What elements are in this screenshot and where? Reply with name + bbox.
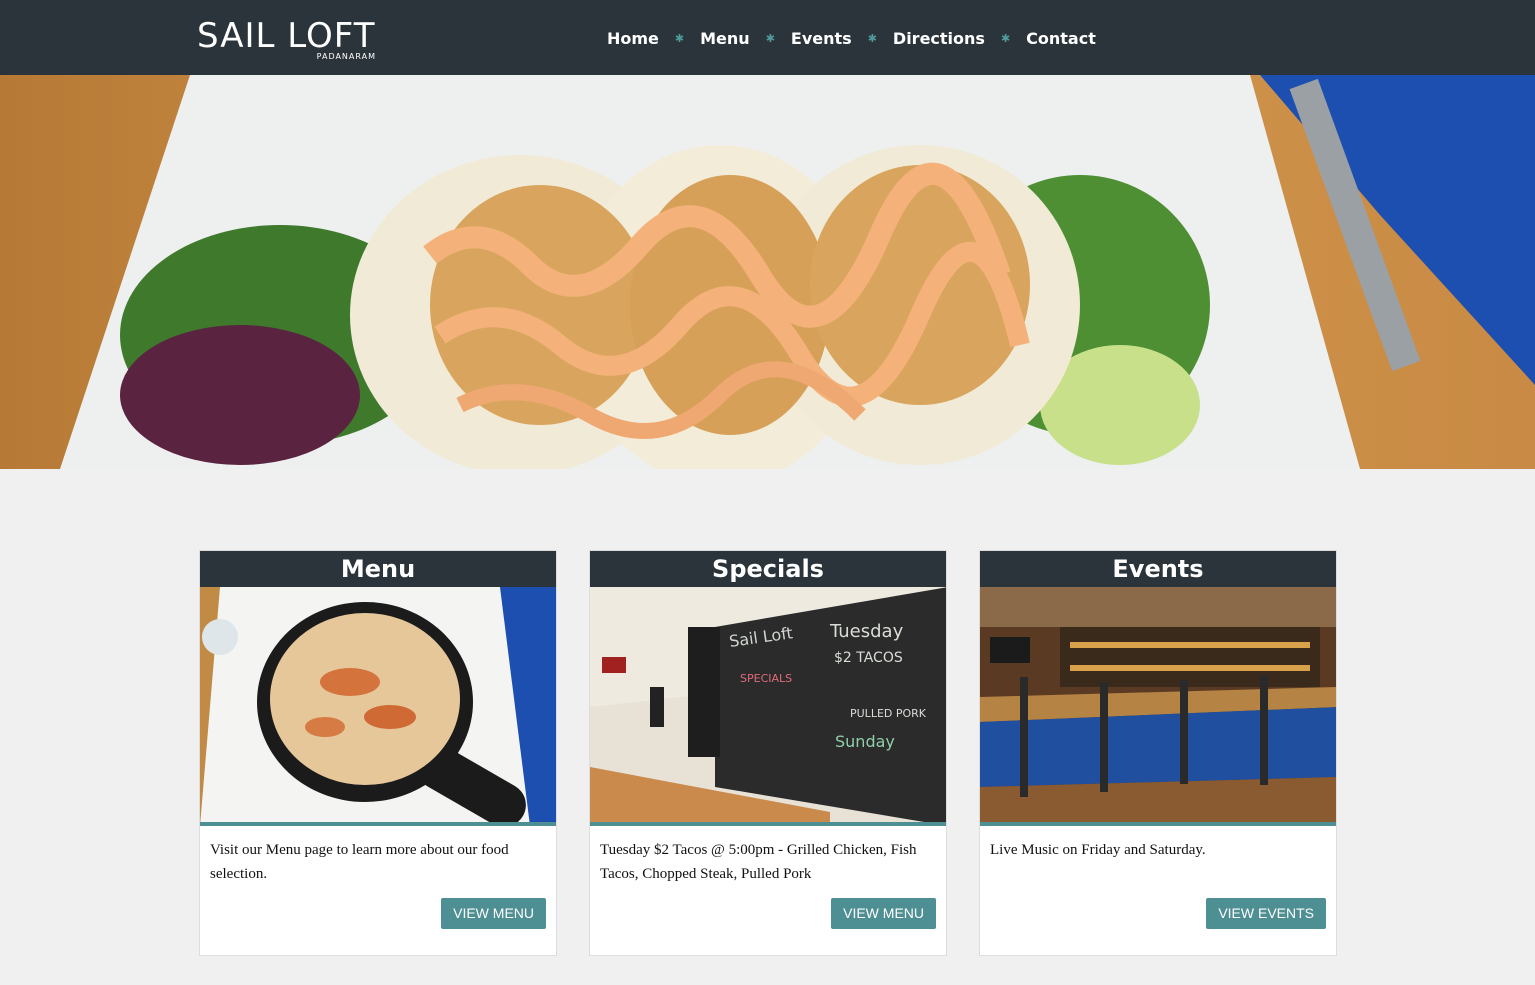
view-events-button[interactable]: VIEW EVENTS (1206, 898, 1326, 929)
nav-separator-icon: ✱ (867, 31, 877, 45)
card-description: Live Music on Friday and Saturday. (990, 842, 1206, 858)
card-image (980, 587, 1336, 826)
nav-events[interactable]: Events (791, 29, 852, 48)
card-title: Events (980, 551, 1336, 587)
svg-text:SPECIALS: SPECIALS (740, 672, 792, 685)
hero-tacos-photo (0, 75, 1535, 469)
tacos-photo-icon (0, 75, 1535, 469)
svg-text:Sunday: Sunday (835, 732, 895, 751)
card-description: Visit our Menu page to learn more about … (210, 842, 509, 882)
svg-text:$2 TACOS: $2 TACOS (834, 650, 903, 666)
nav-separator-icon: ✱ (1000, 31, 1011, 45)
svg-text:Tuesday: Tuesday (829, 621, 904, 642)
nav-separator-icon: ✱ (765, 31, 775, 45)
nav-menu[interactable]: Menu (700, 29, 750, 48)
nav-home[interactable]: Home (607, 29, 659, 48)
main-nav: Home ✱ Menu ✱ Events ✱ Directions ✱ Cont… (607, 24, 1096, 52)
site-header: SAIL LOFT PADANARAM Home ✱ Menu ✱ Events… (0, 0, 1535, 75)
nav-contact[interactable]: Contact (1026, 29, 1096, 48)
menu-card: Menu Visit our Menu page to learn more a… (199, 550, 557, 956)
card-title: Specials (590, 551, 946, 587)
events-card: Events Live Music on Friday and Saturday… (979, 550, 1337, 956)
view-menu-button[interactable]: VIEW MENU (441, 898, 546, 929)
logo-text: SAIL LOFT (197, 16, 376, 56)
nav-separator-icon: ✱ (674, 31, 685, 45)
svg-text:PULLED PORK: PULLED PORK (850, 707, 927, 720)
logo-subtitle: PADANARAM (316, 52, 376, 61)
card-image (200, 587, 556, 826)
card-description: Tuesday $2 Tacos @ 5:00pm - Grilled Chic… (600, 842, 917, 882)
nav-directions[interactable]: Directions (893, 29, 985, 48)
bar-interior-icon (980, 587, 1336, 822)
card-title: Menu (200, 551, 556, 587)
card-image: Sail Loft Tuesday $2 TACOS SPECIALS PULL… (590, 587, 946, 826)
view-menu-button[interactable]: VIEW MENU (831, 898, 936, 929)
specials-chalkboard-icon: Sail Loft Tuesday $2 TACOS SPECIALS PULL… (590, 587, 946, 822)
specials-card: Specials Sail Loft Tuesday $2 TACOS SPEC… (589, 550, 947, 956)
sail-loft-logo[interactable]: SAIL LOFT PADANARAM (197, 16, 382, 64)
mac-and-cheese-skillet-icon (200, 587, 556, 822)
